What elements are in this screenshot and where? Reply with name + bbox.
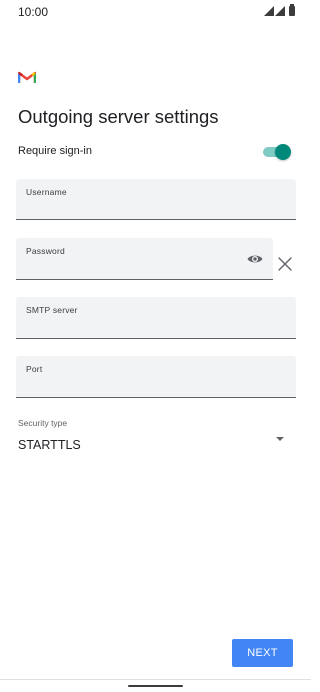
username-label: Username (26, 187, 67, 197)
smtp-server-label: SMTP server (26, 305, 78, 315)
port-label: Port (26, 364, 43, 374)
battery-icon (289, 4, 295, 16)
status-icons (264, 4, 295, 16)
require-sign-in-label: Require sign-in (18, 145, 92, 157)
home-indicator[interactable] (128, 685, 183, 687)
cell-signal-icon (275, 6, 285, 16)
require-sign-in-toggle[interactable] (263, 144, 291, 160)
bottom-divider (0, 679, 311, 680)
require-sign-in-row: Require sign-in (18, 142, 295, 162)
password-field[interactable]: Password (16, 238, 273, 280)
security-type-label: Security type (18, 418, 68, 428)
dropdown-arrow-icon[interactable] (276, 437, 284, 441)
password-label: Password (26, 246, 65, 256)
username-field[interactable]: Username (16, 179, 296, 220)
wifi-signal-icon (264, 6, 274, 16)
port-field[interactable]: Port (16, 356, 296, 398)
toggle-thumb (275, 144, 291, 160)
smtp-server-field[interactable]: SMTP server (16, 297, 296, 339)
show-password-eye-icon[interactable] (247, 253, 263, 265)
status-time: 10:00 (18, 5, 49, 19)
page-title: Outgoing server settings (18, 106, 219, 127)
status-bar: 10:00 (0, 0, 311, 24)
next-button[interactable]: NEXT (232, 639, 293, 667)
gmail-logo-icon (18, 71, 36, 83)
clear-password-icon[interactable] (278, 257, 292, 271)
security-type-select[interactable]: STARTTLS (18, 438, 81, 452)
